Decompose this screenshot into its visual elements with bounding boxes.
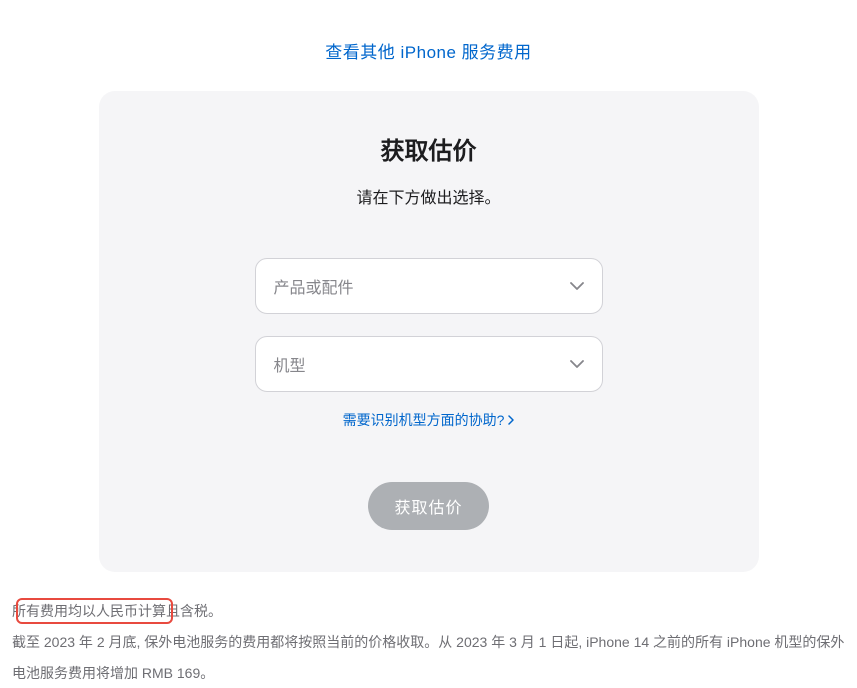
chevron-right-icon (508, 415, 514, 425)
top-link-container: 查看其他 iPhone 服务费用 (0, 0, 857, 91)
footer-text: 所有费用均以人民币计算且含税。 截至 2023 年 2 月底, 保外电池服务的费… (0, 572, 857, 688)
card-subtitle: 请在下方做出选择。 (139, 184, 719, 208)
chevron-down-icon (570, 357, 584, 371)
identify-model-help-link[interactable]: 需要识别机型方面的协助? (343, 410, 505, 430)
selects-container: 产品或配件 机型 (139, 258, 719, 392)
button-container: 获取估价 (139, 482, 719, 530)
other-iphone-services-link[interactable]: 查看其他 iPhone 服务费用 (325, 43, 531, 62)
footer-line-2: 截至 2023 年 2 月底, 保外电池服务的费用都将按照当前的价格收取。从 2… (12, 627, 845, 688)
card-title: 获取估价 (139, 131, 719, 166)
estimate-card: 获取估价 请在下方做出选择。 产品或配件 机型 需要识别机型方面的协助? (99, 91, 759, 572)
help-link-container: 需要识别机型方面的协助? (139, 410, 719, 430)
model-select[interactable]: 机型 (255, 336, 603, 392)
model-select-placeholder: 机型 (274, 352, 306, 376)
chevron-down-icon (570, 279, 584, 293)
get-estimate-button[interactable]: 获取估价 (368, 482, 488, 530)
product-select[interactable]: 产品或配件 (255, 258, 603, 314)
footer-line-1: 所有费用均以人民币计算且含税。 (12, 596, 845, 627)
product-select-placeholder: 产品或配件 (274, 274, 354, 298)
